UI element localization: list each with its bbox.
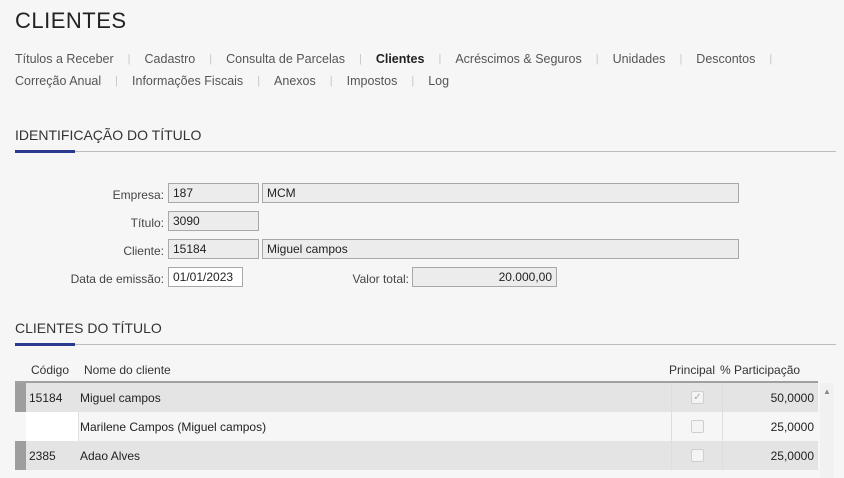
tab-separator: |	[679, 53, 683, 65]
column-divider	[722, 383, 723, 412]
tab-separator: |	[411, 75, 415, 87]
tab-separator: |	[358, 53, 362, 65]
grid-header: Código Nome do cliente Principal % Parti…	[15, 363, 820, 381]
tab-descontos[interactable]: Descontos	[696, 48, 755, 70]
tab-acrescimos-seguros[interactable]: Acréscimos & Seguros	[455, 48, 581, 70]
row-selector[interactable]	[15, 383, 26, 412]
tab-row-2: Correção Anual | Informações Fiscais | A…	[15, 70, 835, 92]
tab-consulta-de-parcelas[interactable]: Consulta de Parcelas	[226, 48, 345, 70]
cliente-label: Cliente:	[123, 244, 164, 258]
tab-separator: |	[127, 53, 131, 65]
tab-titulos-a-receber[interactable]: Títulos a Receber	[15, 48, 114, 70]
cell-participacao: 50,0000	[770, 391, 814, 405]
cliente-code-field[interactable]: 15184	[168, 239, 259, 259]
column-divider	[722, 441, 723, 470]
tab-impostos[interactable]: Impostos	[347, 70, 398, 92]
cell-codigo: 2385	[29, 449, 56, 463]
principal-checkbox[interactable]	[691, 449, 704, 462]
tab-correcao-anual[interactable]: Correção Anual	[15, 70, 101, 92]
cell-nome: Miguel campos	[80, 391, 161, 405]
data-emissao-label: Data de emissão:	[70, 272, 164, 286]
cell-participacao: 25,0000	[770, 449, 814, 463]
grid-scrollbar[interactable]: ▲	[820, 383, 834, 478]
cliente-name-field[interactable]: Miguel campos	[262, 239, 739, 259]
tab-separator: |	[595, 53, 599, 65]
column-divider	[671, 412, 672, 441]
section-title-clientes: CLIENTES DO TÍTULO	[15, 320, 162, 336]
tab-cadastro[interactable]: Cadastro	[145, 48, 196, 70]
principal-checkbox-checked[interactable]: ✓	[691, 391, 704, 404]
tab-separator: |	[209, 53, 213, 65]
column-header-participacao[interactable]: % Participação	[720, 363, 800, 377]
section-divider-accent	[15, 343, 75, 346]
tab-separator: |	[115, 75, 119, 87]
section-title-identificacao: IDENTIFICAÇÃO DO TÍTULO	[15, 127, 202, 143]
tab-separator: |	[438, 53, 442, 65]
column-divider	[671, 441, 672, 470]
column-header-principal[interactable]: Principal	[669, 363, 715, 377]
cell-participacao: 25,0000	[770, 420, 814, 434]
tab-log[interactable]: Log	[428, 70, 449, 92]
cell-nome: Adao Alves	[80, 449, 141, 463]
titulo-label: Título:	[130, 216, 164, 230]
cell-codigo-empty	[26, 412, 79, 441]
tab-clientes[interactable]: Clientes	[376, 48, 425, 70]
column-divider	[722, 412, 723, 441]
empresa-name-field[interactable]: MCM	[262, 183, 739, 203]
titulo-field[interactable]: 3090	[168, 211, 259, 231]
tab-bar: Títulos a Receber | Cadastro | Consulta …	[15, 48, 835, 92]
table-row[interactable]: 15184 Miguel campos ✓ 50,0000	[15, 383, 818, 412]
cell-nome: Marilene Campos (Miguel campos)	[80, 420, 267, 434]
tab-unidades[interactable]: Unidades	[613, 48, 666, 70]
section-divider	[15, 150, 836, 153]
principal-checkbox[interactable]	[691, 420, 704, 433]
valor-total-field[interactable]: 20.000,00	[412, 267, 557, 287]
data-emissao-field[interactable]: 01/01/2023	[168, 267, 243, 287]
cell-codigo: 15184	[29, 391, 63, 405]
empresa-label: Empresa:	[112, 188, 164, 202]
row-selector[interactable]	[15, 441, 26, 470]
tab-separator: |	[329, 75, 333, 87]
section-divider-accent	[15, 150, 75, 153]
tab-informacoes-fiscais[interactable]: Informações Fiscais	[132, 70, 243, 92]
column-divider	[671, 383, 672, 412]
empresa-code-field[interactable]: 187	[168, 183, 259, 203]
tab-separator: |	[257, 75, 261, 87]
scroll-up-arrow-icon[interactable]: ▲	[823, 387, 831, 396]
column-header-nome[interactable]: Nome do cliente	[84, 363, 171, 377]
column-header-codigo[interactable]: Código	[31, 363, 69, 377]
section-divider	[15, 343, 836, 346]
table-row[interactable]: 2385 Adao Alves 25,0000	[15, 441, 818, 470]
tab-row-1: Títulos a Receber | Cadastro | Consulta …	[15, 48, 835, 70]
tab-anexos[interactable]: Anexos	[274, 70, 316, 92]
clientes-grid: 15184 Miguel campos ✓ 50,0000 Marilene C…	[15, 383, 818, 470]
tab-separator: |	[769, 53, 773, 65]
table-row[interactable]: Marilene Campos (Miguel campos) 25,0000	[15, 412, 818, 441]
page-title: CLIENTES	[15, 8, 127, 33]
valor-total-label: Valor total:	[352, 272, 409, 286]
